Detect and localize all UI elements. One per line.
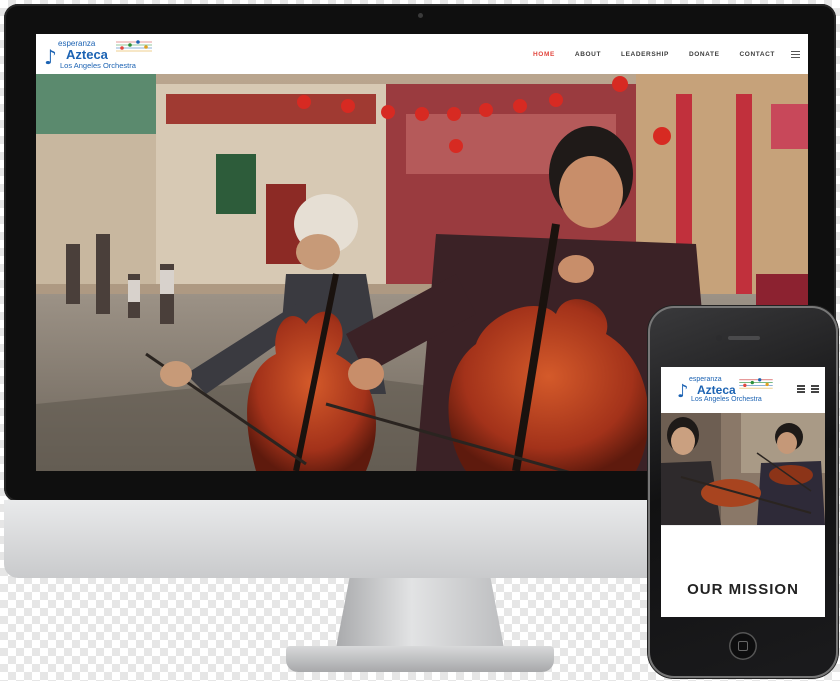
nav-donate[interactable]: DONATE bbox=[679, 51, 730, 58]
logo-text-orchestra: Los Angeles Orchestra bbox=[60, 61, 136, 70]
hamburger-icon[interactable] bbox=[791, 50, 800, 58]
logo-text-esperanza: esperanza bbox=[689, 376, 722, 383]
hamburger-icon[interactable] bbox=[811, 385, 819, 393]
site-logo[interactable]: ♪ esperanza Azteca Los Angeles Orchestra bbox=[44, 37, 156, 71]
mission-heading: OUR MISSION bbox=[687, 581, 799, 598]
mission-section: OUR MISSION bbox=[661, 525, 825, 617]
logo-text-azteca: Azteca bbox=[66, 47, 108, 62]
staff-notes-icon bbox=[739, 378, 773, 389]
music-note-icon: ♪ bbox=[44, 45, 57, 69]
front-camera bbox=[716, 335, 722, 341]
nav-contact[interactable]: CONTACT bbox=[730, 51, 786, 58]
main-nav: HOME ABOUT LEADERSHIP DONATE CONTACT bbox=[523, 34, 800, 74]
earpiece-speaker bbox=[728, 336, 760, 340]
staff-notes-icon bbox=[116, 40, 152, 52]
nav-leadership[interactable]: LEADERSHIP bbox=[611, 51, 679, 58]
list-icon[interactable] bbox=[797, 385, 805, 393]
mobile-header: ♪ esperanza Azteca Los Angeles Orchestra bbox=[661, 367, 825, 413]
smartphone: ♪ esperanza Azteca Los Angeles Orchestra bbox=[648, 306, 838, 678]
music-note-icon: ♪ bbox=[677, 381, 689, 402]
site-header: ♪ esperanza Azteca Los Angeles Orchestra… bbox=[36, 34, 808, 75]
home-square-icon bbox=[738, 641, 748, 651]
webcam bbox=[418, 13, 423, 18]
nav-about[interactable]: ABOUT bbox=[565, 51, 611, 58]
logo-text-orchestra: Los Angeles Orchestra bbox=[691, 396, 762, 403]
phone-screen: ♪ esperanza Azteca Los Angeles Orchestra bbox=[661, 367, 825, 617]
mobile-hero-image bbox=[661, 413, 825, 525]
mobile-header-icons bbox=[797, 385, 819, 393]
monitor-stand-neck bbox=[336, 578, 504, 648]
mobile-site-logo[interactable]: ♪ esperanza Azteca Los Angeles Orchestra bbox=[677, 375, 777, 407]
monitor-stand-base bbox=[286, 646, 554, 672]
nav-home[interactable]: HOME bbox=[523, 51, 565, 58]
logo-text-azteca: Azteca bbox=[697, 383, 736, 397]
home-button[interactable] bbox=[729, 632, 757, 660]
